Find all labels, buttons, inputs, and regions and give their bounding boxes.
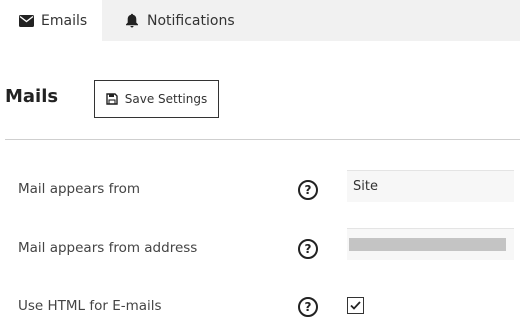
redacted-value [349, 238, 506, 251]
use-html-checkbox[interactable] [347, 297, 364, 314]
floppy-disk-icon [106, 93, 118, 105]
save-settings-label: Save Settings [124, 92, 208, 106]
use-html-label: Use HTML for E-mails [18, 298, 162, 314]
tab-bar: Emails Notifications [0, 0, 520, 41]
page-title: Mails [5, 86, 59, 107]
envelope-icon [18, 13, 34, 29]
settings-page: Emails Notifications Mails Save Settings… [0, 0, 520, 325]
tab-emails[interactable]: Emails [0, 0, 102, 41]
mail-from-label: Mail appears from [18, 181, 140, 197]
mail-from-input[interactable] [347, 170, 514, 202]
bell-icon [124, 13, 140, 29]
tab-notifications-label: Notifications [147, 12, 235, 29]
tab-notifications[interactable]: Notifications [102, 0, 252, 41]
tab-emails-label: Emails [41, 12, 88, 29]
header-divider [5, 139, 520, 140]
mail-from-help-icon[interactable]: ? [298, 180, 318, 200]
mail-from-address-label: Mail appears from address [18, 240, 198, 256]
save-settings-button[interactable]: Save Settings [94, 80, 219, 118]
use-html-help-icon[interactable]: ? [298, 297, 318, 317]
checkmark-icon [350, 301, 361, 310]
mail-from-address-help-icon[interactable]: ? [298, 239, 318, 259]
